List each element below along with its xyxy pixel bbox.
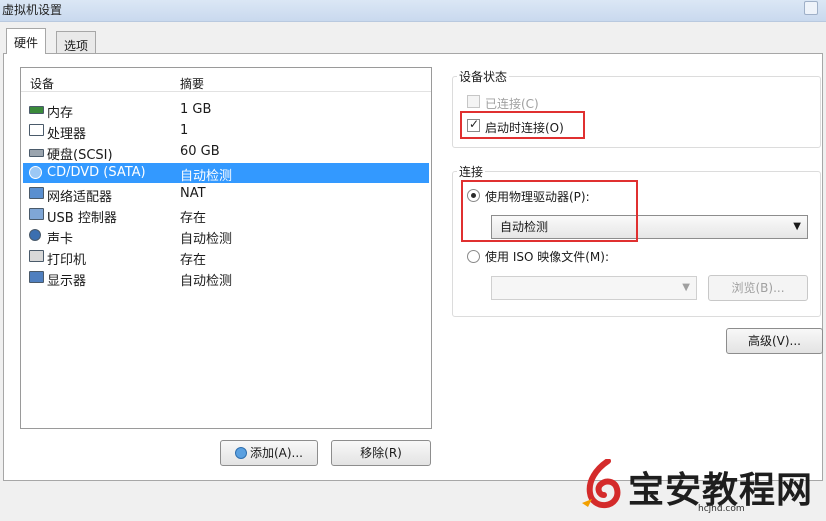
device-row-sound-card[interactable]: 声卡 自动检测 xyxy=(23,226,429,247)
use-iso-image-label: 使用 ISO 映像文件(M): xyxy=(485,250,609,264)
device-status-title: 设备状态 xyxy=(457,68,510,85)
device-summary: 60 GB xyxy=(180,144,220,159)
add-button[interactable]: 添加(A)... xyxy=(220,440,318,466)
device-name: USB 控制器 xyxy=(47,211,117,226)
device-row-harddisk[interactable]: 硬盘(SCSI) 60 GB xyxy=(23,142,429,163)
sound-card-icon xyxy=(29,229,41,241)
device-row-display[interactable]: 显示器 自动检测 xyxy=(23,268,429,289)
watermark: 宝安教程网 hcjhd.com xyxy=(572,455,822,517)
connection-title: 连接 xyxy=(457,163,486,180)
memory-icon xyxy=(29,106,44,114)
device-row-memory[interactable]: 内存 1 GB xyxy=(23,100,429,121)
device-summary: 自动检测 xyxy=(180,169,233,184)
usb-controller-icon xyxy=(29,208,44,220)
column-header-summary[interactable]: 摘要 xyxy=(180,75,204,92)
device-name: 网络适配器 xyxy=(47,190,113,205)
processor-icon xyxy=(29,124,44,136)
device-row-processor[interactable]: 处理器 1 xyxy=(23,121,429,142)
tab-hardware-label: 硬件 xyxy=(14,36,39,50)
advanced-button-label: 高级(V)... xyxy=(747,334,802,348)
device-summary: 自动检测 xyxy=(180,232,233,247)
connected-checkbox[interactable] xyxy=(467,95,480,108)
device-row-network-adapter[interactable]: 网络适配器 NAT xyxy=(23,184,429,205)
connect-at-power-on-highlight xyxy=(460,111,585,139)
device-name: 声卡 xyxy=(47,232,74,247)
device-name: 硬盘(SCSI) xyxy=(47,148,113,163)
add-button-label: 添加(A)... xyxy=(249,446,304,460)
device-row-usb-controller[interactable]: USB 控制器 存在 xyxy=(23,205,429,226)
title-bar: 虚拟机设置 xyxy=(0,0,826,22)
advanced-button[interactable]: 高级(V)... xyxy=(726,328,823,354)
window-title: 虚拟机设置 xyxy=(2,3,63,17)
dropdown-arrow-icon: ▼ xyxy=(682,282,690,293)
printer-icon xyxy=(29,250,44,262)
iso-path-combobox[interactable]: ▼ xyxy=(491,276,697,300)
device-name: 打印机 xyxy=(47,253,87,268)
device-summary: 存在 xyxy=(180,253,207,268)
physical-drive-highlight xyxy=(461,180,638,242)
device-name: 处理器 xyxy=(47,127,87,142)
dropdown-arrow-icon: ▼ xyxy=(793,221,801,232)
device-name: 显示器 xyxy=(47,274,87,289)
device-name: CD/DVD (SATA) xyxy=(47,165,146,180)
device-summary: 1 GB xyxy=(180,102,212,117)
device-name: 内存 xyxy=(47,106,74,121)
device-summary: 存在 xyxy=(180,211,207,226)
cd-dvd-icon xyxy=(29,166,42,179)
remove-button[interactable]: 移除(R) xyxy=(331,440,431,466)
site-logo-icon xyxy=(582,459,621,509)
browse-button[interactable]: 浏览(B)... xyxy=(708,275,808,301)
display-icon xyxy=(29,271,44,283)
device-summary: 1 xyxy=(180,123,189,138)
tab-options[interactable]: 选项 xyxy=(56,31,97,54)
remove-button-label: 移除(R) xyxy=(360,446,402,460)
column-header-device[interactable]: 设备 xyxy=(30,75,54,92)
harddisk-icon xyxy=(29,149,44,157)
tab-options-label: 选项 xyxy=(64,39,89,53)
watermark-url: hcjhd.com xyxy=(698,504,745,514)
add-icon xyxy=(234,447,247,459)
device-summary: NAT xyxy=(180,186,206,201)
tab-hardware[interactable]: 硬件 xyxy=(6,28,47,54)
device-list[interactable]: 设备 摘要 内存 1 GB 处理器 1 硬盘(SCSI) 60 GB CD/DV… xyxy=(20,67,432,429)
device-list-header: 设备 摘要 xyxy=(21,68,431,92)
network-adapter-icon xyxy=(29,187,44,199)
device-summary: 自动检测 xyxy=(180,274,233,289)
device-row-printer[interactable]: 打印机 存在 xyxy=(23,247,429,268)
close-button[interactable] xyxy=(804,1,818,15)
connected-label: 已连接(C) xyxy=(485,97,539,111)
device-row-cd-dvd[interactable]: CD/DVD (SATA) 自动检测 xyxy=(23,163,429,184)
use-iso-image-radio[interactable] xyxy=(467,250,480,263)
browse-button-label: 浏览(B)... xyxy=(731,281,785,295)
